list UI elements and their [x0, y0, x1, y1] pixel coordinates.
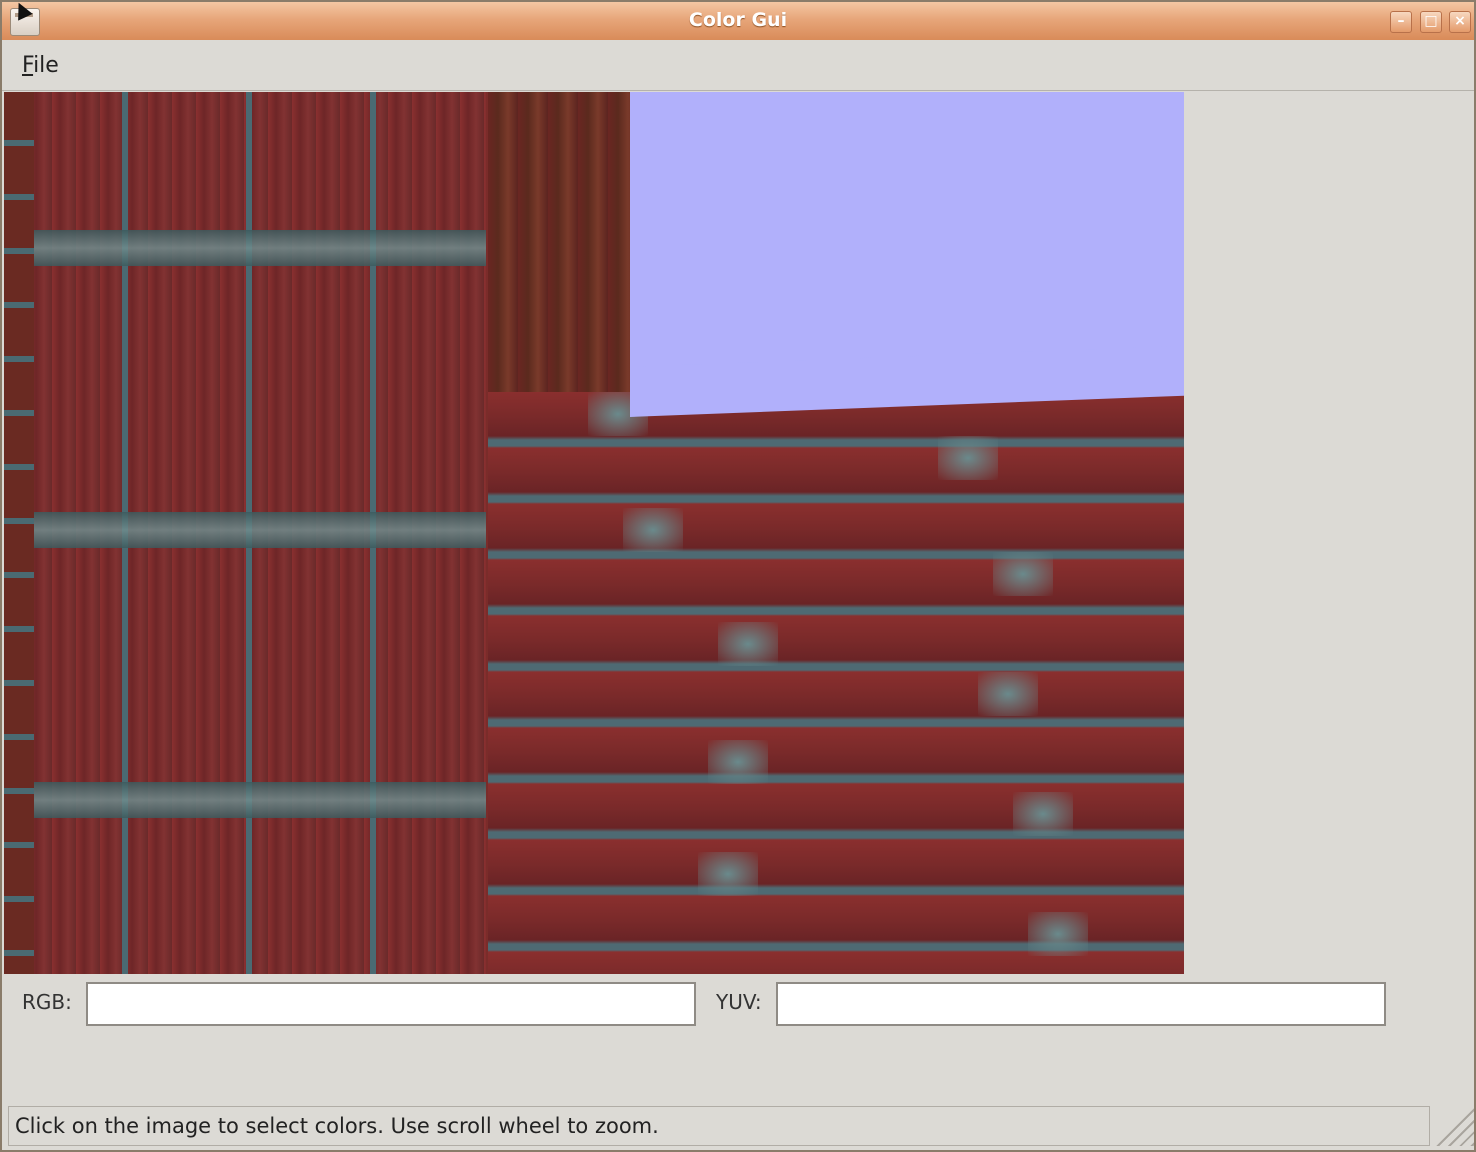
- rgb-field[interactable]: [86, 982, 696, 1026]
- resize-grip-icon[interactable]: [1434, 1106, 1474, 1146]
- status-message: Click on the image to select colors. Use…: [15, 1114, 659, 1138]
- left-brick-wall: [4, 92, 486, 974]
- mortar-patch: [698, 852, 758, 896]
- image-canvas[interactable]: [4, 92, 1184, 974]
- mortar-patch: [1013, 792, 1073, 836]
- mortar-patch: [708, 740, 768, 784]
- status-bar: Click on the image to select colors. Use…: [8, 1106, 1430, 1146]
- right-brick-wall: [488, 392, 1184, 974]
- mortar-patch: [623, 508, 683, 552]
- mortar-band: [32, 512, 486, 548]
- title-bar[interactable]: Color Gui – □ ×: [2, 2, 1474, 41]
- menu-file[interactable]: File: [22, 53, 59, 78]
- maximize-button[interactable]: □: [1420, 11, 1442, 33]
- mortar-patch: [1028, 912, 1088, 956]
- window-title: Color Gui: [688, 9, 788, 31]
- mortar-patch: [718, 622, 778, 666]
- yuv-label: YUV:: [716, 990, 762, 1014]
- mortar-patch: [938, 436, 998, 480]
- menu-file-label: ile: [33, 53, 59, 78]
- yuv-field[interactable]: [776, 982, 1386, 1026]
- menu-bar: File: [2, 40, 1474, 91]
- left-edge-strip: [4, 92, 34, 974]
- mortar-band: [32, 782, 486, 818]
- mortar-patch: [993, 552, 1053, 596]
- middle-brick-strip: [488, 92, 630, 392]
- close-button[interactable]: ×: [1449, 11, 1471, 33]
- mortar-band: [32, 230, 486, 266]
- rgb-label: RGB:: [22, 990, 72, 1014]
- color-gui-window: Color Gui – □ × File RGB: YUV: Click on …: [0, 0, 1476, 1152]
- menu-file-mnemonic: F: [22, 53, 34, 78]
- mortar-patch: [978, 672, 1038, 716]
- minimize-button[interactable]: –: [1390, 11, 1412, 33]
- sky-region: [630, 92, 1184, 392]
